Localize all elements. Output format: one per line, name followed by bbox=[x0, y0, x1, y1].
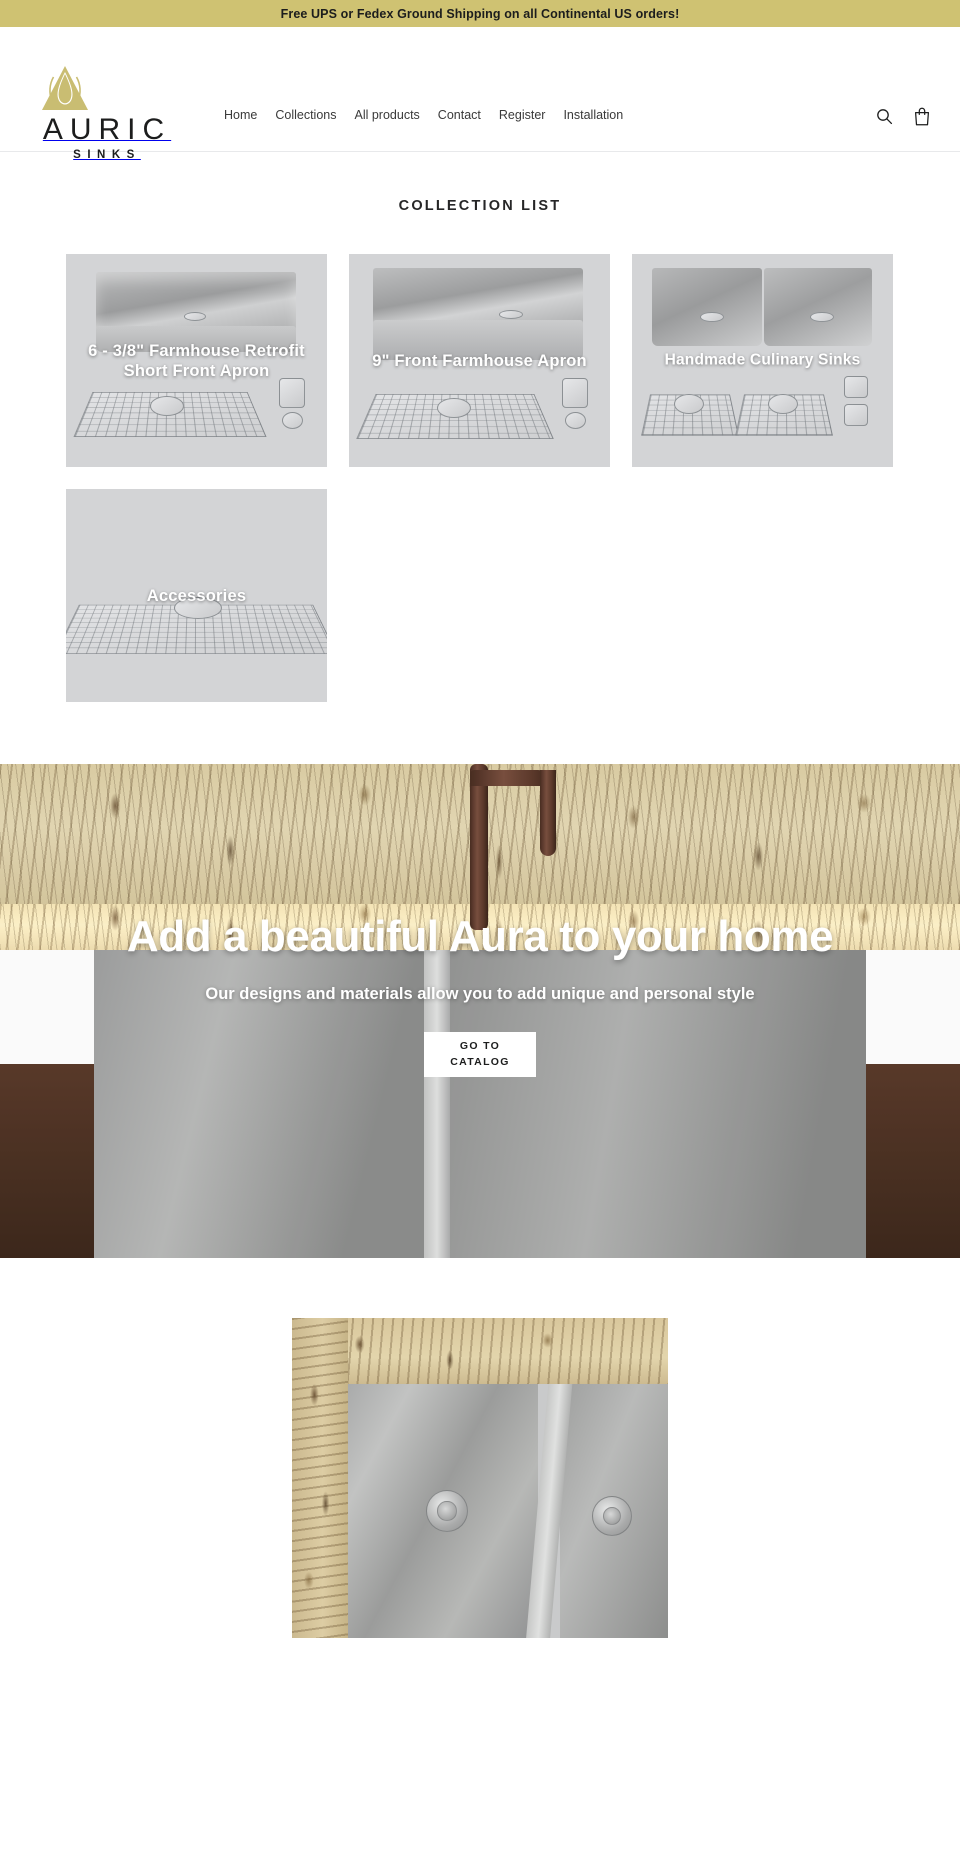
logo-wordmark: AURIC bbox=[42, 113, 172, 146]
announcement-text: Free UPS or Fedex Ground Shipping on all… bbox=[280, 6, 680, 21]
nav-item-collections[interactable]: Collections bbox=[275, 107, 336, 124]
cart-icon[interactable] bbox=[912, 105, 932, 127]
featured-image-section bbox=[0, 1258, 960, 1638]
main-navigation: Home Collections All products Contact Re… bbox=[224, 107, 623, 124]
collection-card-farmhouse-retrofit[interactable]: 6 - 3/8" Farmhouse Retrofit Short Front … bbox=[66, 254, 327, 467]
collection-card-nine-inch-front-apron[interactable]: 9" Front Farmhouse Apron bbox=[349, 254, 610, 467]
collection-card-title: Accessories bbox=[146, 586, 247, 605]
collection-list-section: COLLECTION LIST 6 - 3/8" Farmhouse Retro… bbox=[0, 152, 960, 758]
nav-item-contact[interactable]: Contact bbox=[438, 107, 481, 124]
collection-card-title: 9" Front Farmhouse Apron bbox=[372, 351, 587, 370]
search-icon[interactable] bbox=[874, 105, 894, 127]
collection-grid: 6 - 3/8" Farmhouse Retrofit Short Front … bbox=[66, 254, 894, 702]
collection-card-accessories[interactable]: Accessories bbox=[66, 489, 327, 702]
site-logo[interactable]: AURIC SINKS bbox=[36, 63, 172, 163]
announcement-bar: Free UPS or Fedex Ground Shipping on all… bbox=[0, 0, 960, 27]
auric-droplet-logo-icon bbox=[36, 63, 172, 115]
collection-card-title: 6 - 3/8" Farmhouse Retrofit Short Front … bbox=[88, 341, 305, 380]
header-icon-group bbox=[874, 105, 932, 127]
collection-card-handmade-culinary[interactable]: Handmade Culinary Sinks bbox=[632, 254, 893, 467]
page-title: COLLECTION LIST bbox=[398, 198, 562, 214]
hero-content: Add a beautiful Aura to your home Our de… bbox=[0, 912, 960, 1078]
featured-sink-image bbox=[292, 1318, 668, 1638]
nav-item-all-products[interactable]: All products bbox=[354, 107, 419, 124]
site-header: AURIC SINKS Home Collections All product… bbox=[0, 27, 960, 161]
nav-item-installation[interactable]: Installation bbox=[563, 107, 623, 124]
go-to-catalog-button[interactable]: GO TO CATALOG bbox=[424, 1032, 536, 1078]
hero-subtitle: Our designs and materials allow you to a… bbox=[205, 985, 755, 1004]
collection-card-title: Handmade Culinary Sinks bbox=[664, 351, 861, 369]
hero-title: Add a beautiful Aura to your home bbox=[126, 912, 834, 961]
nav-item-home[interactable]: Home bbox=[224, 107, 257, 124]
nav-item-register[interactable]: Register bbox=[499, 107, 546, 124]
granite-backsplash bbox=[292, 1318, 348, 1638]
logo-subtext: SINKS bbox=[73, 149, 141, 161]
hero-banner: Add a beautiful Aura to your home Our de… bbox=[0, 764, 960, 1258]
granite-countertop bbox=[292, 1318, 668, 1384]
